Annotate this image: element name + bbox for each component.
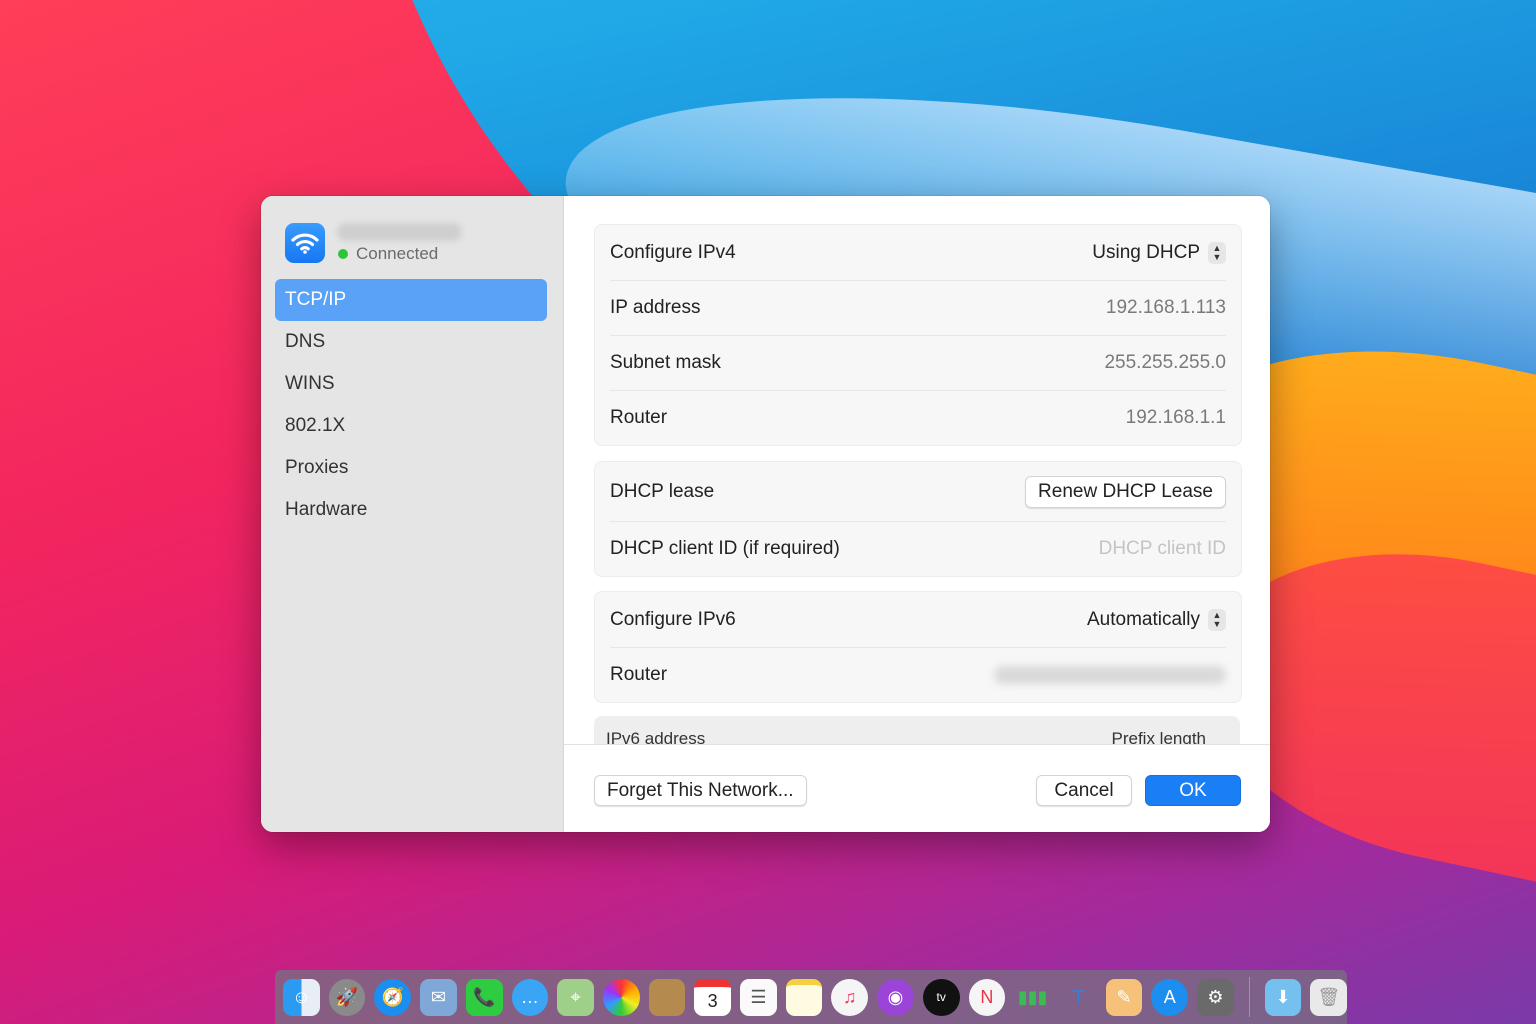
keynote-icon[interactable]: ⊤: [1060, 979, 1097, 1016]
router-label: Router: [610, 406, 668, 428]
mail-icon[interactable]: ✉: [420, 978, 457, 1016]
notes-icon[interactable]: [785, 978, 823, 1016]
launchpad-icon[interactable]: 🚀: [328, 978, 366, 1016]
sidebar: Connected TCP/IP DNS WINS 802.1X Proxies…: [261, 196, 564, 832]
ip-address-label: IP address: [610, 296, 701, 318]
messages-icon[interactable]: …: [511, 978, 549, 1016]
dhcp-group: DHCP lease Renew DHCP Lease DHCP client …: [594, 461, 1242, 577]
configure-ipv4-popup[interactable]: Using DHCP ▲ ▼: [1092, 241, 1226, 264]
sidebar-list: TCP/IP DNS WINS 802.1X Proxies Hardware: [275, 279, 547, 531]
configure-ipv4-value: Using DHCP: [1092, 241, 1200, 263]
photos-icon[interactable]: [602, 978, 640, 1016]
configure-ipv6-row: Configure IPv6 Automatically ▲ ▼: [595, 592, 1241, 647]
router-value: 192.168.1.1: [1125, 406, 1226, 428]
configure-ipv6-label: Configure IPv6: [610, 608, 736, 630]
calendar-icon[interactable]: 3: [694, 978, 732, 1016]
ipv6-router-row: Router: [595, 647, 1241, 702]
dialog-footer: Forget This Network... Cancel OK: [564, 744, 1270, 832]
configure-ipv4-row: Configure IPv4 Using DHCP ▲ ▼: [595, 225, 1241, 280]
ipv6-router-value-redacted: [994, 665, 1226, 684]
sidebar-item-tcpip[interactable]: TCP/IP: [275, 279, 547, 321]
dock: ☺ 🚀 🧭 ✉ 📞 … ⌖ 3 ☰ ♫ ◉ tv N ▮▮▮ ⊤ ✎ A ⚙ ⬇…: [275, 970, 1348, 1024]
sidebar-item-proxies[interactable]: Proxies: [275, 447, 547, 489]
wifi-icon: [285, 223, 325, 263]
sidebar-item-hardware[interactable]: Hardware: [275, 489, 547, 531]
ipv4-group: Configure IPv4 Using DHCP ▲ ▼ IP address …: [594, 224, 1242, 446]
tv-icon[interactable]: tv: [922, 978, 960, 1016]
router-row: Router 192.168.1.1: [595, 390, 1241, 445]
sidebar-item-wins[interactable]: WINS: [275, 363, 547, 405]
network-name-redacted: [337, 223, 462, 241]
trash-icon[interactable]: 🗑: [1310, 978, 1348, 1016]
reminders-icon[interactable]: ☰: [740, 978, 777, 1016]
connection-status: Connected: [356, 244, 439, 263]
numbers-icon[interactable]: ▮▮▮: [1014, 979, 1051, 1016]
sidebar-item-8021x[interactable]: 802.1X: [275, 405, 547, 447]
ipv6-group: Configure IPv6 Automatically ▲ ▼ Router: [594, 591, 1242, 703]
up-down-chevron-icon: ▲ ▼: [1208, 241, 1226, 264]
network-details-dialog: Connected TCP/IP DNS WINS 802.1X Proxies…: [261, 196, 1270, 832]
dhcp-client-id-label: DHCP client ID (if required): [610, 537, 840, 559]
sidebar-item-dns[interactable]: DNS: [275, 321, 547, 363]
configure-ipv6-popup[interactable]: Automatically ▲ ▼: [1087, 608, 1226, 631]
news-icon[interactable]: N: [968, 978, 1006, 1016]
subnet-mask-label: Subnet mask: [610, 351, 721, 373]
podcasts-icon[interactable]: ◉: [877, 978, 914, 1016]
main-pane: Configure IPv4 Using DHCP ▲ ▼ IP address …: [564, 196, 1270, 832]
safari-icon[interactable]: 🧭: [374, 978, 412, 1016]
subnet-mask-row: Subnet mask 255.255.255.0: [595, 335, 1241, 390]
contacts-icon[interactable]: [648, 978, 686, 1016]
dock-separator: [1248, 977, 1250, 1017]
column-ipv6-address[interactable]: IPv6 address: [606, 729, 705, 744]
up-down-chevron-icon: ▲ ▼: [1208, 608, 1226, 631]
ip-address-value: 192.168.1.113: [1105, 296, 1226, 318]
ok-button[interactable]: OK: [1145, 775, 1241, 806]
forget-network-button[interactable]: Forget This Network...: [594, 775, 807, 806]
maps-icon[interactable]: ⌖: [557, 978, 594, 1016]
finder-icon[interactable]: ☺: [283, 978, 320, 1016]
pages-icon[interactable]: ✎: [1105, 978, 1143, 1016]
settings-scroll-area[interactable]: Configure IPv4 Using DHCP ▲ ▼ IP address …: [564, 196, 1270, 744]
app-store-icon[interactable]: A: [1151, 978, 1189, 1016]
configure-ipv6-value: Automatically: [1087, 608, 1200, 630]
downloads-folder-icon[interactable]: ⬇: [1264, 978, 1302, 1016]
renew-dhcp-lease-button[interactable]: Renew DHCP Lease: [1025, 475, 1226, 508]
music-icon[interactable]: ♫: [831, 978, 869, 1016]
subnet-mask-value: 255.255.255.0: [1104, 351, 1226, 373]
dhcp-client-id-input[interactable]: DHCP client ID: [1099, 538, 1226, 560]
ipv6-router-label: Router: [610, 663, 668, 685]
system-preferences-icon[interactable]: ⚙: [1197, 978, 1234, 1016]
dhcp-client-id-row: DHCP client ID (if required) DHCP client…: [595, 521, 1241, 576]
facetime-icon[interactable]: 📞: [465, 978, 503, 1016]
configure-ipv4-label: Configure IPv4: [610, 241, 736, 263]
ipv6-address-table-header: IPv6 address Prefix length: [594, 716, 1240, 744]
status-dot-icon: [338, 249, 348, 259]
column-prefix-length[interactable]: Prefix length: [1112, 729, 1207, 744]
dhcp-lease-label: DHCP lease: [610, 480, 715, 502]
ip-address-row: IP address 192.168.1.113: [595, 280, 1241, 335]
cancel-button[interactable]: Cancel: [1036, 775, 1132, 806]
network-header: Connected: [285, 223, 545, 267]
dhcp-lease-row: DHCP lease Renew DHCP Lease: [595, 462, 1241, 521]
